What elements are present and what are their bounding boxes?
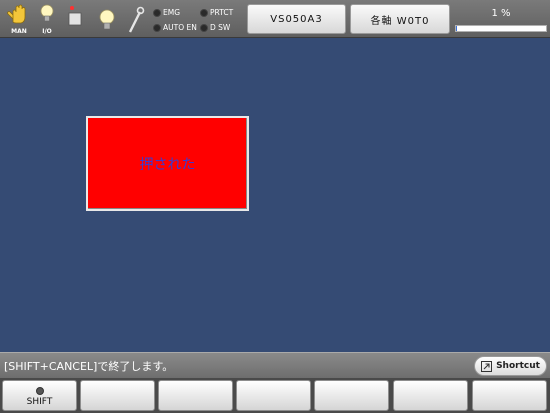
speed-bar <box>455 25 547 32</box>
lightbulb-icon <box>40 4 54 22</box>
hand-icon <box>7 4 26 24</box>
speed-text: 1 % <box>491 8 511 19</box>
wrench-icon <box>128 6 145 33</box>
io-label: I/O <box>42 28 52 35</box>
stop-indicator <box>60 2 90 36</box>
d-sw-lamp <box>200 24 208 32</box>
lamp-label: D SW <box>210 23 231 32</box>
tool-indicator <box>120 2 150 36</box>
shift-indicator-led <box>36 387 44 395</box>
function-key-label: SHIFT <box>26 397 53 407</box>
function-key-f3[interactable] <box>236 380 311 411</box>
lamp-label: EMG <box>163 8 181 17</box>
status-message: [SHIFT+CANCEL]で終了します。 <box>4 360 174 373</box>
status-bar: MAN I/O EMG AUTO EN PRTCT D SW VS050A3 各… <box>0 0 550 38</box>
auto-en-lamp <box>153 24 161 32</box>
light-indicator <box>92 2 122 36</box>
pressed-button[interactable]: 押された <box>86 116 249 211</box>
function-key-shift[interactable]: SHIFT <box>2 380 77 411</box>
pressed-label: 押された <box>139 156 196 173</box>
function-key-f6[interactable] <box>472 380 547 411</box>
coordinate-system-button[interactable]: 各軸 W0T0 <box>350 4 450 34</box>
emg-lamp <box>153 9 161 17</box>
speed-bar-fill <box>456 26 457 31</box>
message-bar: [SHIFT+CANCEL]で終了します。 Shortcut <box>0 352 550 378</box>
teach-pendant-screen: MAN I/O EMG AUTO EN PRTCT D SW VS050A3 各… <box>0 0 550 413</box>
shortcut-label: Shortcut <box>496 361 540 371</box>
function-key-f2[interactable] <box>158 380 233 411</box>
stop-block-icon <box>68 6 82 26</box>
function-key-f1[interactable] <box>80 380 155 411</box>
function-key-f4[interactable] <box>314 380 389 411</box>
robot-name-button[interactable]: VS050A3 <box>247 4 346 34</box>
io-indicator[interactable]: I/O <box>32 2 62 36</box>
function-key-bar: SHIFT <box>0 378 550 413</box>
manual-mode-indicator[interactable]: MAN <box>4 2 34 36</box>
shortcut-arrow-icon <box>481 360 493 372</box>
mode-label: MAN <box>11 28 27 35</box>
function-key-f5[interactable] <box>393 380 468 411</box>
lamp-label: PRTCT <box>210 8 234 17</box>
prtct-lamp <box>200 9 208 17</box>
speed-indicator[interactable]: 1 % <box>455 6 547 34</box>
lightbulb-icon <box>99 9 115 30</box>
lamp-label: AUTO EN <box>163 23 197 32</box>
shortcut-button[interactable]: Shortcut <box>474 356 547 376</box>
